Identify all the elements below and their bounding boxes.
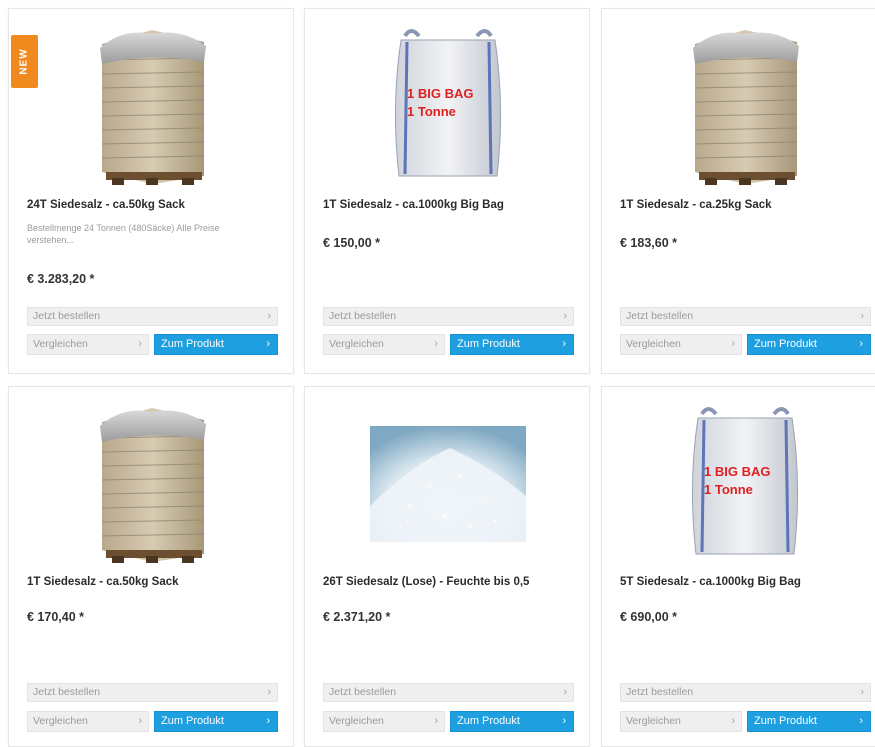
big-bag-image: 1 BIG BAG 1 Tonne — [394, 29, 502, 177]
compare-label: Vergleichen — [33, 338, 88, 350]
chevron-right-icon: › — [731, 338, 735, 350]
chevron-right-icon: › — [563, 686, 567, 698]
product-title[interactable]: 1T Siedesalz - ca.50kg Sack — [27, 576, 282, 588]
to-product-button[interactable]: Zum Produkt › — [747, 334, 871, 355]
chevron-right-icon: › — [562, 715, 566, 727]
order-now-button[interactable]: Jetzt bestellen › — [27, 307, 278, 326]
to-product-button[interactable]: Zum Produkt › — [154, 334, 278, 355]
pallet-of-sacks-image — [693, 30, 799, 185]
to-product-button[interactable]: Zum Produkt › — [450, 711, 574, 732]
chevron-right-icon: › — [562, 338, 566, 350]
chevron-right-icon: › — [266, 715, 270, 727]
big-bag-image: 1 BIG BAG 1 Tonne — [691, 407, 799, 555]
to-product-label: Zum Produkt — [161, 338, 224, 350]
pallet-of-sacks-image — [100, 30, 206, 185]
order-now-button[interactable]: Jetzt bestellen › — [620, 683, 871, 702]
product-price: € 3.283,20 * — [27, 272, 95, 286]
bag-label-line2: 1 Tonne — [704, 482, 753, 497]
product-card: 1T Siedesalz - ca.25kg Sack € 183,60 * J… — [601, 8, 875, 374]
to-product-label: Zum Produkt — [161, 715, 224, 727]
chevron-right-icon: › — [434, 338, 438, 350]
bag-label-line1: 1 BIG BAG — [407, 86, 473, 101]
product-grid: NEW 24T Siedesalz - ca.50kg Sack Bestell… — [0, 0, 875, 747]
compare-button[interactable]: Vergleichen › — [620, 711, 742, 732]
to-product-label: Zum Produkt — [754, 715, 817, 727]
chevron-right-icon: › — [731, 715, 735, 727]
order-now-button[interactable]: Jetzt bestellen › — [323, 307, 574, 326]
product-title[interactable]: 26T Siedesalz (Lose) - Feuchte bis 0,5 — [323, 576, 578, 588]
chevron-right-icon: › — [138, 715, 142, 727]
product-title[interactable]: 5T Siedesalz - ca.1000kg Big Bag — [620, 576, 875, 588]
loose-salt-image — [370, 426, 526, 542]
to-product-label: Zum Produkt — [457, 715, 520, 727]
order-now-label: Jetzt bestellen — [33, 310, 101, 322]
product-price: € 183,60 * — [620, 236, 677, 250]
product-image[interactable]: 1 BIG BAG 1 Tonne — [602, 399, 875, 569]
to-product-button[interactable]: Zum Produkt › — [154, 711, 278, 732]
product-description: Bestellmenge 24 Tonnen (480Säcke) Alle P… — [27, 223, 220, 245]
to-product-label: Zum Produkt — [754, 338, 817, 350]
product-title[interactable]: 1T Siedesalz - ca.1000kg Big Bag — [323, 199, 578, 211]
chevron-right-icon: › — [859, 338, 863, 350]
compare-button[interactable]: Vergleichen › — [323, 334, 445, 355]
compare-label: Vergleichen — [626, 338, 681, 350]
to-product-label: Zum Produkt — [457, 338, 520, 350]
chevron-right-icon: › — [860, 686, 864, 698]
order-now-label: Jetzt bestellen — [33, 686, 101, 698]
product-title[interactable]: 1T Siedesalz - ca.25kg Sack — [620, 199, 875, 211]
order-now-label: Jetzt bestellen — [329, 686, 397, 698]
compare-button[interactable]: Vergleichen › — [27, 711, 149, 732]
bag-label-line1: 1 BIG BAG — [704, 464, 770, 479]
chevron-right-icon: › — [266, 338, 270, 350]
product-image[interactable] — [9, 399, 295, 569]
product-image[interactable] — [602, 21, 875, 191]
product-price: € 690,00 * — [620, 610, 677, 624]
pallet-of-sacks-image — [100, 408, 206, 563]
order-now-label: Jetzt bestellen — [626, 686, 694, 698]
chevron-right-icon: › — [267, 686, 271, 698]
compare-label: Vergleichen — [329, 338, 384, 350]
product-image[interactable]: 1 BIG BAG 1 Tonne — [305, 21, 591, 191]
product-card: 1 BIG BAG 1 Tonne 1T Siedesalz - ca.1000… — [304, 8, 590, 374]
product-price: € 2.371,20 * — [323, 610, 391, 624]
chevron-right-icon: › — [860, 310, 864, 322]
product-card: NEW 24T Siedesalz - ca.50kg Sack Bestell… — [8, 8, 294, 374]
compare-button[interactable]: Vergleichen › — [323, 711, 445, 732]
compare-label: Vergleichen — [33, 715, 88, 727]
order-now-label: Jetzt bestellen — [329, 310, 397, 322]
product-card: 1T Siedesalz - ca.50kg Sack € 170,40 * J… — [8, 386, 294, 747]
chevron-right-icon: › — [267, 310, 271, 322]
product-image[interactable] — [305, 399, 591, 569]
chevron-right-icon: › — [138, 338, 142, 350]
order-now-button[interactable]: Jetzt bestellen › — [27, 683, 278, 702]
compare-label: Vergleichen — [626, 715, 681, 727]
product-title[interactable]: 24T Siedesalz - ca.50kg Sack — [27, 199, 282, 211]
chevron-right-icon: › — [434, 715, 438, 727]
to-product-button[interactable]: Zum Produkt › — [450, 334, 574, 355]
to-product-button[interactable]: Zum Produkt › — [747, 711, 871, 732]
product-card: 26T Siedesalz (Lose) - Feuchte bis 0,5 €… — [304, 386, 590, 747]
order-now-button[interactable]: Jetzt bestellen › — [620, 307, 871, 326]
order-now-button[interactable]: Jetzt bestellen › — [323, 683, 574, 702]
chevron-right-icon: › — [563, 310, 567, 322]
compare-button[interactable]: Vergleichen › — [27, 334, 149, 355]
order-now-label: Jetzt bestellen — [626, 310, 694, 322]
product-price: € 170,40 * — [27, 610, 84, 624]
bag-label-line2: 1 Tonne — [407, 104, 456, 119]
compare-button[interactable]: Vergleichen › — [620, 334, 742, 355]
compare-label: Vergleichen — [329, 715, 384, 727]
chevron-right-icon: › — [859, 715, 863, 727]
product-price: € 150,00 * — [323, 236, 380, 250]
product-card: 1 BIG BAG 1 Tonne 5T Siedesalz - ca.1000… — [601, 386, 875, 747]
product-image[interactable] — [9, 21, 295, 191]
